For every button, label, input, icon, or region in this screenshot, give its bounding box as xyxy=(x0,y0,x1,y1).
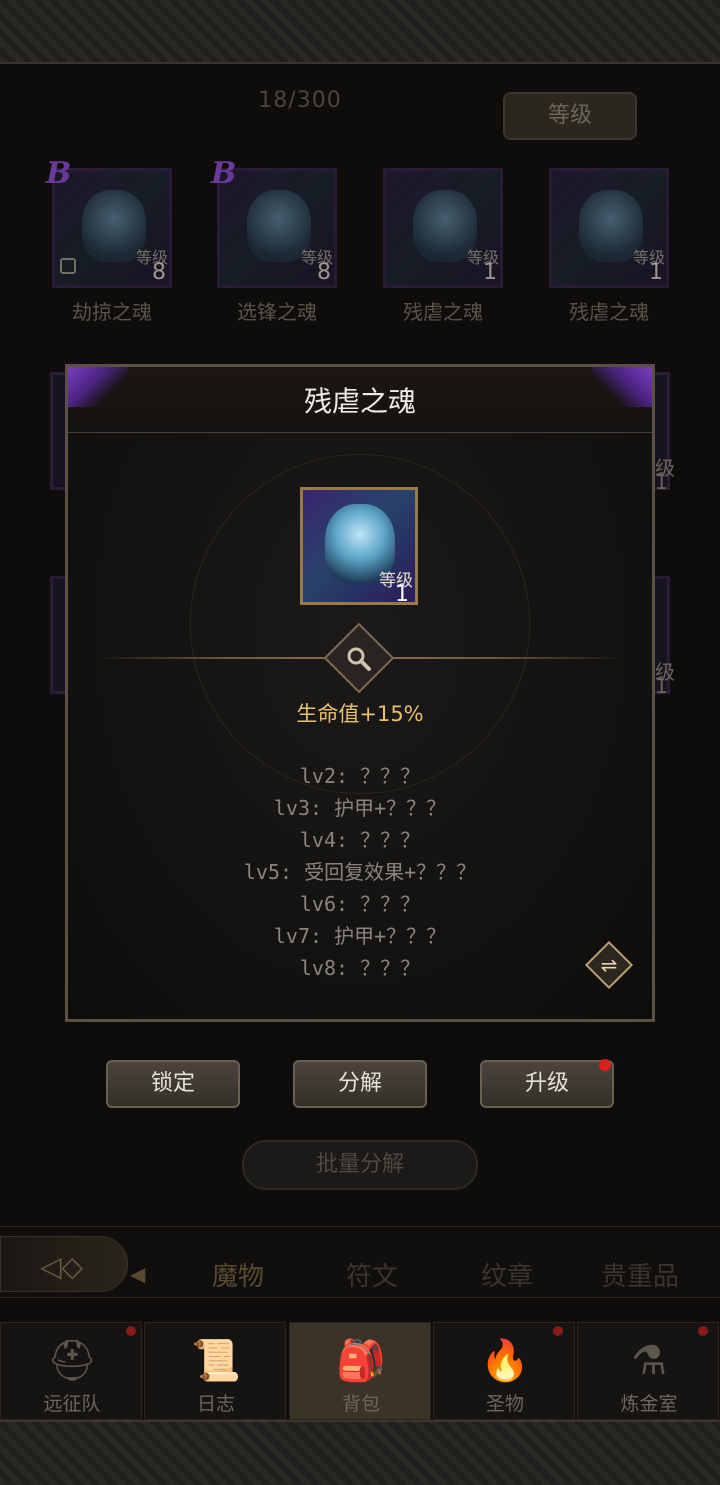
notification-dot xyxy=(599,1059,611,1071)
bottom-ornament-band xyxy=(0,1420,720,1485)
detail-level: 1 xyxy=(395,582,409,607)
helmet-icon: ⛑ xyxy=(46,1338,98,1384)
alchemy-icon: ⚗ xyxy=(631,1338,667,1384)
notification-dot xyxy=(553,1326,563,1336)
level-bonus-list: lv2: ？？？ lv3: 护甲+？？？ lv4: ？？？ lv5: 受回复效果… xyxy=(68,760,652,984)
level-bonus-line: lv6: ？？？ xyxy=(299,892,421,916)
rarity-badge: B xyxy=(211,156,237,191)
notification-dot xyxy=(126,1326,136,1336)
scroll-icon: 📜 xyxy=(191,1338,241,1384)
slot-name: 选锋之魂 xyxy=(237,300,317,324)
level-bonus-line: lv3: 护甲+？？？ xyxy=(273,796,447,820)
nav-label: 背包 xyxy=(341,1393,380,1415)
inventory-slot[interactable]: B 等级 8 选锋之魂 xyxy=(211,156,337,324)
upgrade-button[interactable]: 升级 xyxy=(480,1060,614,1108)
nav-label: 远征队 xyxy=(43,1393,101,1415)
level-bonus-line: lv8: ？？？ xyxy=(299,956,421,980)
inventory-count: 18/300 xyxy=(258,88,342,113)
nav-backpack[interactable]: 🎒 背包 xyxy=(289,1322,431,1420)
slot-name: 残虐之魂 xyxy=(569,300,649,324)
slot-name: 残虐之魂 xyxy=(403,300,483,324)
slot-name: 劫掠之魂 xyxy=(72,300,152,324)
tab-valuables[interactable]: 贵重品 xyxy=(601,1256,679,1293)
inventory-slot[interactable]: 等级 1 残虐之魂 xyxy=(383,168,503,324)
chevron-left-icon: ◀ xyxy=(130,1262,146,1286)
slot-level: 1 xyxy=(649,260,663,285)
nav-alchemy[interactable]: ⚗ 炼金室 xyxy=(577,1322,719,1420)
tab-monsters[interactable]: 魔物 xyxy=(212,1256,264,1293)
slot-level: 8 xyxy=(152,260,166,285)
level-bonus-line: lv2: ？？？ xyxy=(299,764,421,788)
hidden-slot-level: 1 xyxy=(655,470,668,494)
detail-item-icon: 等级 1 xyxy=(300,487,418,607)
top-ornament-band xyxy=(0,0,720,64)
tab-emblems[interactable]: 纹章 xyxy=(481,1256,533,1293)
level-bonus-line: lv7: 护甲+？？？ xyxy=(273,924,447,948)
torch-icon: 🔥 xyxy=(480,1338,530,1384)
batch-decompose-button[interactable]: 批量分解 xyxy=(242,1140,478,1190)
nav-journal[interactable]: 📜 日志 xyxy=(144,1322,286,1420)
nav-label: 圣物 xyxy=(485,1393,524,1415)
sort-by-level-button[interactable]: 等级 xyxy=(503,92,637,140)
rarity-badge: B xyxy=(46,156,72,191)
notification-dot xyxy=(698,1326,708,1336)
nav-label: 日志 xyxy=(196,1393,235,1415)
swap-icon: ⇌ xyxy=(600,953,618,977)
backpack-icon: 🎒 xyxy=(336,1338,386,1384)
lock-button[interactable]: 锁定 xyxy=(106,1060,240,1108)
inventory-slot[interactable]: 等级 1 残虐之魂 xyxy=(549,168,669,324)
nav-relics[interactable]: 🔥 圣物 xyxy=(433,1322,575,1420)
main-stat: 生命值+15% xyxy=(296,702,424,726)
slot-level: 1 xyxy=(483,260,497,285)
decompose-button[interactable]: 分解 xyxy=(293,1060,427,1108)
detail-title: 残虐之魂 xyxy=(303,385,416,418)
slot-level: 8 xyxy=(317,260,331,285)
nav-label: 炼金室 xyxy=(620,1393,678,1415)
inventory-slot[interactable]: B 等级 8 劫掠之魂 xyxy=(46,156,172,324)
magnifier-icon xyxy=(347,647,371,671)
hidden-slot-level: 1 xyxy=(655,674,668,698)
arrow-diamond-icon: ◁◇ xyxy=(40,1250,84,1283)
level-bonus-line: lv4: ？？？ xyxy=(299,828,421,852)
tab-runes[interactable]: 符文 xyxy=(346,1256,398,1293)
lock-icon xyxy=(60,258,76,274)
level-bonus-line: lv5: 受回复效果+？？？ xyxy=(243,860,477,884)
nav-expedition[interactable]: ⛑ 远征队 xyxy=(0,1322,142,1420)
